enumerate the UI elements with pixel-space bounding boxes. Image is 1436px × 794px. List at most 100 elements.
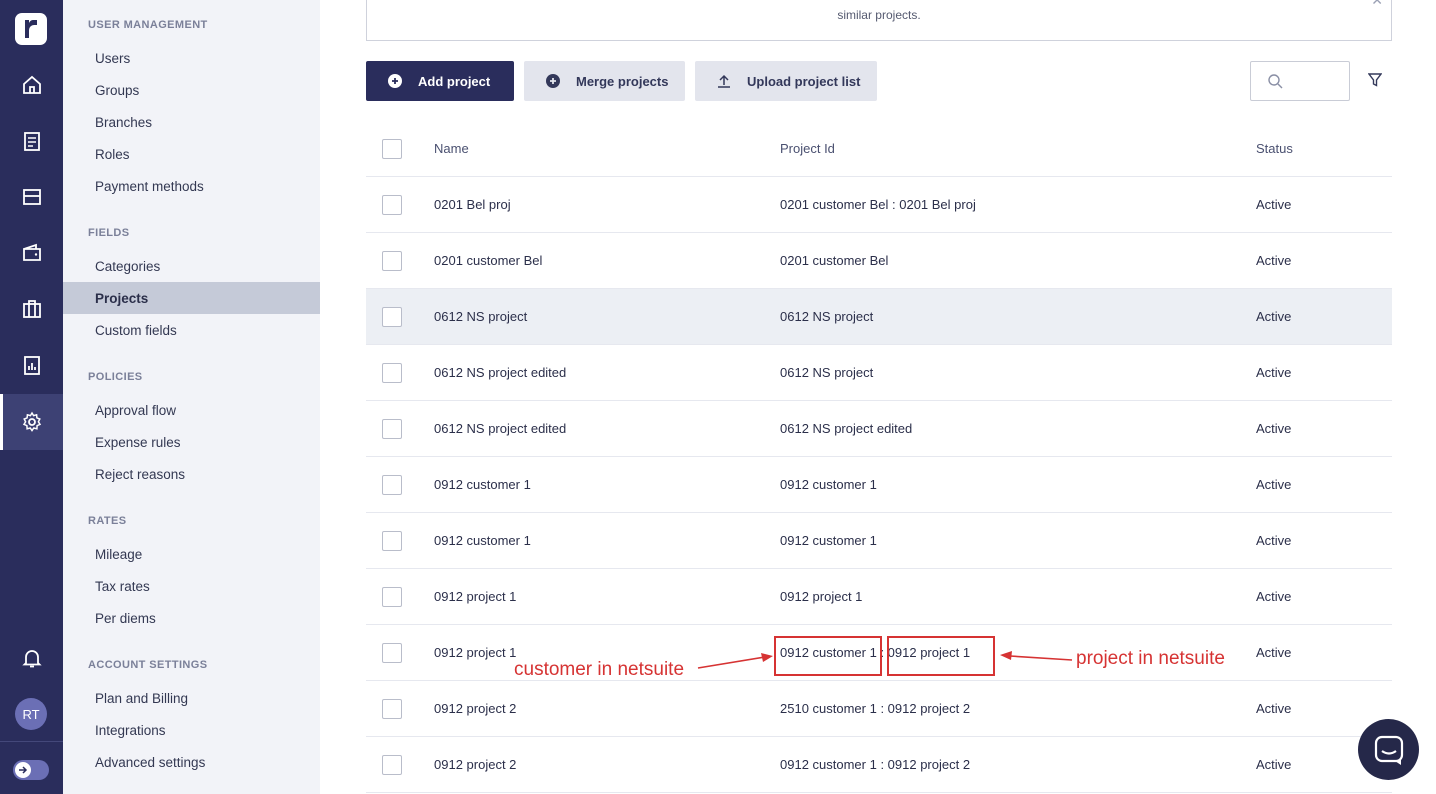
chat-launcher-button[interactable] [1358, 719, 1419, 780]
annotation-box-customer [774, 636, 882, 676]
sidebar-item-mileage[interactable]: Mileage [63, 538, 320, 570]
table-row[interactable]: 0201 Bel proj 0201 customer Bel : 0201 B… [366, 177, 1392, 233]
cell-status: Active [1256, 645, 1292, 660]
sidebar-item-custom-fields[interactable]: Custom fields [63, 314, 320, 346]
cell-status: Active [1256, 309, 1292, 324]
toggle-knob [15, 762, 31, 778]
column-header-name[interactable]: Name [434, 141, 469, 156]
sidebar-item-tax-rates[interactable]: Tax rates [63, 570, 320, 602]
table-row[interactable]: 0201 customer Bel 0201 customer Bel Acti… [366, 233, 1392, 289]
nav-settings[interactable] [0, 394, 63, 450]
sidebar-item-approval-flow[interactable]: Approval flow [63, 394, 320, 426]
annotation-label-project: project in netsuite [1076, 648, 1225, 669]
nav-companies[interactable] [0, 281, 63, 337]
sidebar-item-per-diems[interactable]: Per diems [63, 602, 320, 634]
nav-expenses[interactable] [0, 113, 63, 169]
cell-name: 0912 project 2 [434, 701, 517, 716]
sidebar-item-branches[interactable]: Branches [63, 106, 320, 138]
main-content: similar projects. ✕ Add project Merge pr… [320, 0, 1436, 794]
sidebar-item-projects[interactable]: Projects [63, 282, 320, 314]
upload-icon [717, 74, 731, 88]
merge-projects-button[interactable]: Merge projects [524, 61, 685, 101]
merge-projects-label: Merge projects [576, 73, 669, 89]
sidebar-item-advanced-settings[interactable]: Advanced settings [63, 746, 320, 778]
cell-status: Active [1256, 533, 1292, 548]
search-input[interactable] [1250, 61, 1350, 101]
cell-project-id: 0201 customer Bel : 0201 Bel proj [780, 197, 976, 212]
home-icon [22, 75, 41, 94]
bell-icon [21, 650, 42, 668]
select-all-checkbox[interactable] [382, 139, 402, 159]
annotation-arrow-right [1000, 651, 1073, 661]
report-icon [23, 356, 40, 375]
app-logo[interactable] [15, 13, 47, 45]
cell-project-id: 0912 customer 1 [780, 477, 877, 492]
add-project-button[interactable]: Add project [366, 61, 514, 101]
sidebar-item-users[interactable]: Users [63, 42, 320, 74]
sidebar-item-groups[interactable]: Groups [63, 74, 320, 106]
upload-project-list-label: Upload project list [747, 73, 861, 89]
rail-divider [0, 741, 63, 742]
arrow-right-icon [19, 766, 28, 774]
table-row[interactable]: 0912 customer 1 0912 customer 1 Active [366, 457, 1392, 513]
table-row[interactable]: 0912 project 1 0912 project 1 Active [366, 569, 1392, 625]
sidebar-item-payment-methods[interactable]: Payment methods [63, 170, 320, 202]
cell-name: 0912 project 1 [434, 645, 517, 660]
filter-icon[interactable] [1367, 73, 1383, 92]
cell-status: Active [1256, 421, 1292, 436]
nav-reports[interactable] [0, 337, 63, 393]
row-checkbox[interactable] [382, 643, 402, 663]
cell-project-id: 0912 customer 1 : 0912 project 2 [780, 757, 971, 772]
cell-name: 0612 NS project edited [434, 365, 567, 380]
row-checkbox[interactable] [382, 755, 402, 775]
table-row[interactable]: 0612 NS project 0612 NS project Active [366, 289, 1392, 345]
close-icon[interactable]: ✕ [1371, 0, 1383, 9]
receipt-icon [23, 132, 40, 151]
row-checkbox[interactable] [382, 475, 402, 495]
projects-table: Name Project Id Status 0201 Bel proj 020… [366, 121, 1392, 793]
table-row[interactable]: 0912 project 2 0912 customer 1 : 0912 pr… [366, 737, 1392, 793]
nav-cards[interactable] [0, 169, 63, 225]
logo-glyph-icon [25, 20, 37, 38]
row-checkbox[interactable] [382, 699, 402, 719]
row-checkbox[interactable] [382, 307, 402, 327]
table-row[interactable]: 0612 NS project edited 0612 NS project e… [366, 401, 1392, 457]
sidebar-item-plan-billing[interactable]: Plan and Billing [63, 682, 320, 714]
cell-name: 0612 NS project edited [434, 421, 567, 436]
sidebar-item-expense-rules[interactable]: Expense rules [63, 426, 320, 458]
search-icon [1268, 74, 1283, 94]
nav-home[interactable] [0, 57, 63, 113]
column-header-status[interactable]: Status [1256, 141, 1293, 156]
section-title-account-settings: ACCOUNT SETTINGS [88, 659, 208, 671]
sidebar-item-categories[interactable]: Categories [63, 250, 320, 282]
upload-project-list-button[interactable]: Upload project list [695, 61, 877, 101]
notifications-button[interactable] [0, 636, 63, 680]
sidebar-item-reject-reasons[interactable]: Reject reasons [63, 458, 320, 490]
row-checkbox[interactable] [382, 587, 402, 607]
annotation-arrow-left [697, 653, 773, 669]
cell-status: Active [1256, 197, 1292, 212]
row-checkbox[interactable] [382, 195, 402, 215]
sidebar-item-roles[interactable]: Roles [63, 138, 320, 170]
table-row[interactable]: 0912 customer 1 0912 customer 1 Active [366, 513, 1392, 569]
row-checkbox[interactable] [382, 419, 402, 439]
cell-name: 0612 NS project [434, 309, 528, 324]
collapse-toggle[interactable] [13, 760, 49, 780]
info-banner-text: similar projects. [837, 8, 921, 22]
table-row[interactable]: 0912 project 2 2510 customer 1 : 0912 pr… [366, 681, 1392, 737]
cell-project-id: 0912 customer 1 [780, 533, 877, 548]
row-checkbox[interactable] [382, 363, 402, 383]
avatar[interactable]: RT [15, 698, 47, 730]
app-rail: RT [0, 0, 63, 794]
cell-status: Active [1256, 253, 1292, 268]
cell-name: 0912 project 2 [434, 757, 517, 772]
nav-wallet[interactable] [0, 225, 63, 281]
section-title-fields: FIELDS [88, 227, 130, 239]
cell-project-id: 0912 project 1 [780, 589, 863, 604]
sidebar-item-integrations[interactable]: Integrations [63, 714, 320, 746]
table-row[interactable]: 0612 NS project edited 0612 NS project A… [366, 345, 1392, 401]
column-header-project-id[interactable]: Project Id [780, 141, 835, 156]
row-checkbox[interactable] [382, 531, 402, 551]
row-checkbox[interactable] [382, 251, 402, 271]
section-title-rates: RATES [88, 515, 127, 527]
